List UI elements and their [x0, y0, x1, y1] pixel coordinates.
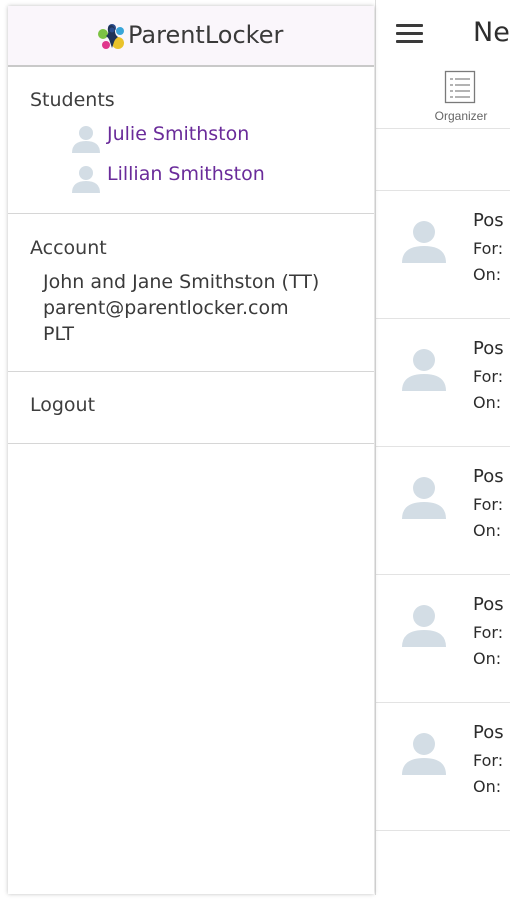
- avatar-icon: [402, 349, 446, 391]
- tab-organizer[interactable]: Organizer: [416, 66, 506, 128]
- page-title: New: [473, 17, 511, 48]
- divider: [8, 443, 374, 444]
- post-item[interactable]: Pos For: On:: [376, 191, 511, 319]
- post-for: For:: [473, 367, 504, 386]
- post-item[interactable]: Pos For: On:: [376, 319, 511, 447]
- post-on: On:: [473, 393, 502, 412]
- student-name[interactable]: Julie Smithston: [107, 123, 249, 145]
- avatar-icon: [402, 477, 446, 519]
- brand-name: ParentLocker: [128, 21, 284, 49]
- list-icon: [444, 70, 476, 104]
- account-name: John and Jane Smithston (TT): [43, 271, 320, 293]
- drawer-header: ParentLocker: [8, 6, 374, 67]
- logout-button[interactable]: Logout: [8, 371, 374, 443]
- post-item[interactable]: Pos For: On:: [376, 575, 511, 703]
- parentlocker-logo-icon: [98, 24, 124, 49]
- post-title: Pos: [473, 466, 504, 487]
- post-title: Pos: [473, 210, 504, 231]
- avatar-icon: [402, 605, 446, 647]
- avatar-icon: [402, 221, 446, 263]
- tab-bar: Organizer: [376, 66, 511, 129]
- window-edge: [510, 0, 517, 900]
- post-on: On:: [473, 521, 502, 540]
- post-title: Pos: [473, 594, 504, 615]
- tab-organizer-label: Organizer: [434, 109, 488, 123]
- nav-drawer: ParentLocker Students Julie Smithston Li…: [8, 6, 374, 894]
- filter-bar: [376, 129, 511, 191]
- student-item-julie[interactable]: Julie Smithston: [70, 120, 330, 154]
- divider: [8, 213, 374, 214]
- avatar-icon: [402, 733, 446, 775]
- post-for: For:: [473, 239, 504, 258]
- post-on: On:: [473, 265, 502, 284]
- account-email: parent@parentlocker.com: [43, 297, 289, 319]
- post-on: On:: [473, 777, 502, 796]
- post-for: For:: [473, 751, 504, 770]
- account-heading: Account: [30, 237, 107, 259]
- post-on: On:: [473, 649, 502, 668]
- post-item[interactable]: Pos For: On:: [376, 447, 511, 575]
- main-content: New Organizer Pos For: On:: [375, 0, 511, 895]
- post-for: For:: [473, 495, 504, 514]
- post-for: For:: [473, 623, 504, 642]
- post-title: Pos: [473, 722, 504, 743]
- account-org: PLT: [43, 323, 75, 345]
- menu-icon[interactable]: [396, 24, 424, 44]
- students-heading: Students: [30, 89, 115, 111]
- avatar-icon: [72, 166, 100, 193]
- logout-label: Logout: [30, 394, 96, 416]
- post-title: Pos: [473, 338, 504, 359]
- avatar-icon: [72, 126, 100, 153]
- main-header: New: [376, 0, 511, 66]
- student-item-lillian[interactable]: Lillian Smithston: [70, 160, 330, 194]
- student-name[interactable]: Lillian Smithston: [107, 163, 265, 185]
- post-item[interactable]: Pos For: On:: [376, 703, 511, 831]
